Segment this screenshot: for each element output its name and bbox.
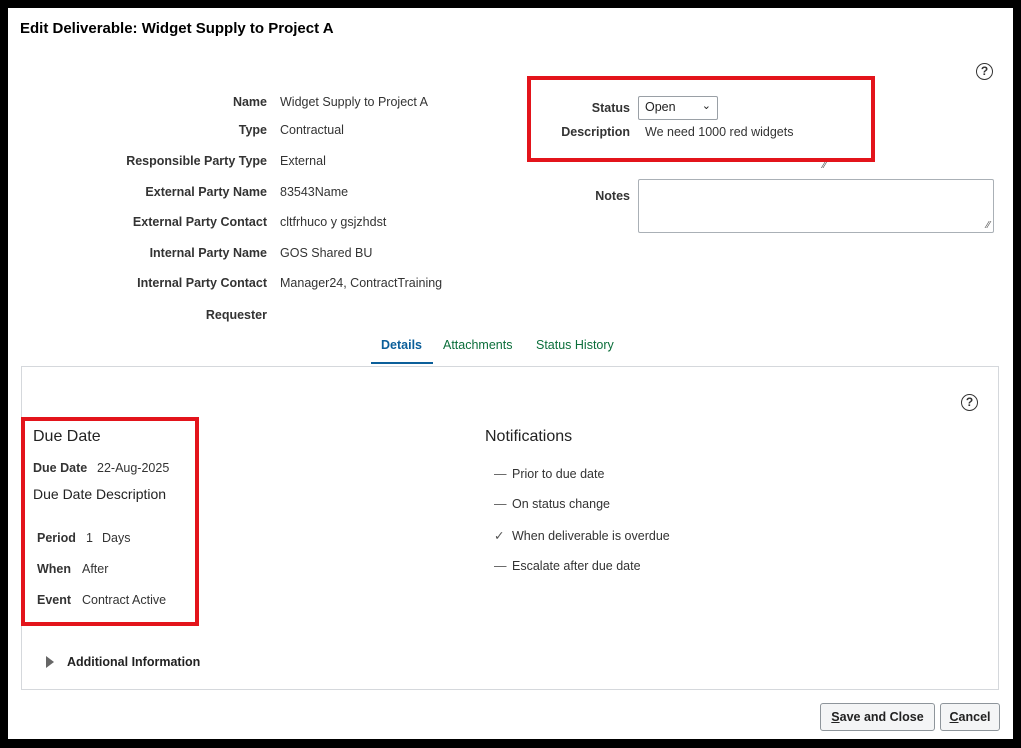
help-icon[interactable]: ? — [976, 63, 993, 80]
external-party-contact-value: cltfrhuco y gsjzhdst — [280, 215, 387, 229]
highlight-box-status — [527, 76, 875, 162]
save-mnemonic: S — [831, 710, 840, 724]
dash-icon: — — [494, 467, 507, 481]
internal-party-name-value: GOS Shared BU — [280, 246, 373, 260]
edit-deliverable-dialog: Edit Deliverable: Widget Supply to Proje… — [8, 8, 1013, 739]
help-icon[interactable]: ? — [961, 394, 978, 411]
expand-triangle-icon[interactable] — [46, 656, 54, 668]
dialog-title: Edit Deliverable: Widget Supply to Proje… — [20, 20, 334, 37]
notification-label: Prior to due date — [512, 467, 605, 481]
requester-label: Requester — [205, 308, 267, 322]
type-value: Contractual — [280, 123, 344, 137]
tab-attachments[interactable]: Attachments — [443, 338, 512, 352]
cancel-button[interactable]: Cancel — [940, 703, 1000, 731]
notification-label: On status change — [512, 497, 610, 511]
cancel-label: ancel — [958, 710, 991, 724]
internal-party-contact-value: Manager24, ContractTraining — [280, 276, 443, 290]
name-label: Name — [232, 95, 267, 109]
responsible-party-type-value: External — [280, 154, 326, 168]
notes-label: Notes — [595, 189, 630, 203]
cancel-mnemonic: C — [949, 710, 959, 724]
notification-when-overdue: ✓ When deliverable is overdue — [494, 528, 670, 543]
resize-handle-icon[interactable]: ⁄⁄ — [987, 220, 990, 231]
notification-escalate-after-due-date: — Escalate after due date — [494, 559, 641, 573]
internal-party-contact-label: Internal Party Contact — [137, 276, 267, 290]
notification-label: When deliverable is overdue — [512, 529, 670, 543]
save-and-close-label: ave and Close — [839, 710, 924, 724]
tab-status-history[interactable]: Status History — [536, 338, 614, 352]
type-label: Type — [238, 123, 267, 137]
dash-icon: — — [494, 559, 507, 573]
responsible-party-type-label: Responsible Party Type — [126, 154, 267, 168]
checkmark-icon: ✓ — [494, 529, 505, 543]
external-party-contact-label: External Party Contact — [132, 215, 267, 229]
notes-textarea[interactable]: ⁄⁄ — [638, 179, 994, 233]
external-party-name-value: 83543Name — [280, 185, 349, 199]
dash-icon: — — [494, 497, 507, 511]
external-party-name-label: External Party Name — [145, 185, 267, 199]
notification-on-status-change: — On status change — [494, 497, 610, 511]
notification-label: Escalate after due date — [512, 559, 641, 573]
notifications-heading: Notifications — [485, 428, 573, 445]
save-and-close-button[interactable]: Save and Close — [820, 703, 935, 731]
internal-party-name-label: Internal Party Name — [149, 246, 267, 260]
tab-details[interactable]: Details — [381, 338, 422, 352]
highlight-box-due-date — [21, 417, 199, 626]
active-tab-indicator — [371, 362, 433, 364]
additional-information-toggle[interactable]: Additional Information — [67, 655, 200, 669]
name-value: Widget Supply to Project A — [280, 95, 428, 109]
notification-prior-to-due-date: — Prior to due date — [494, 467, 604, 481]
